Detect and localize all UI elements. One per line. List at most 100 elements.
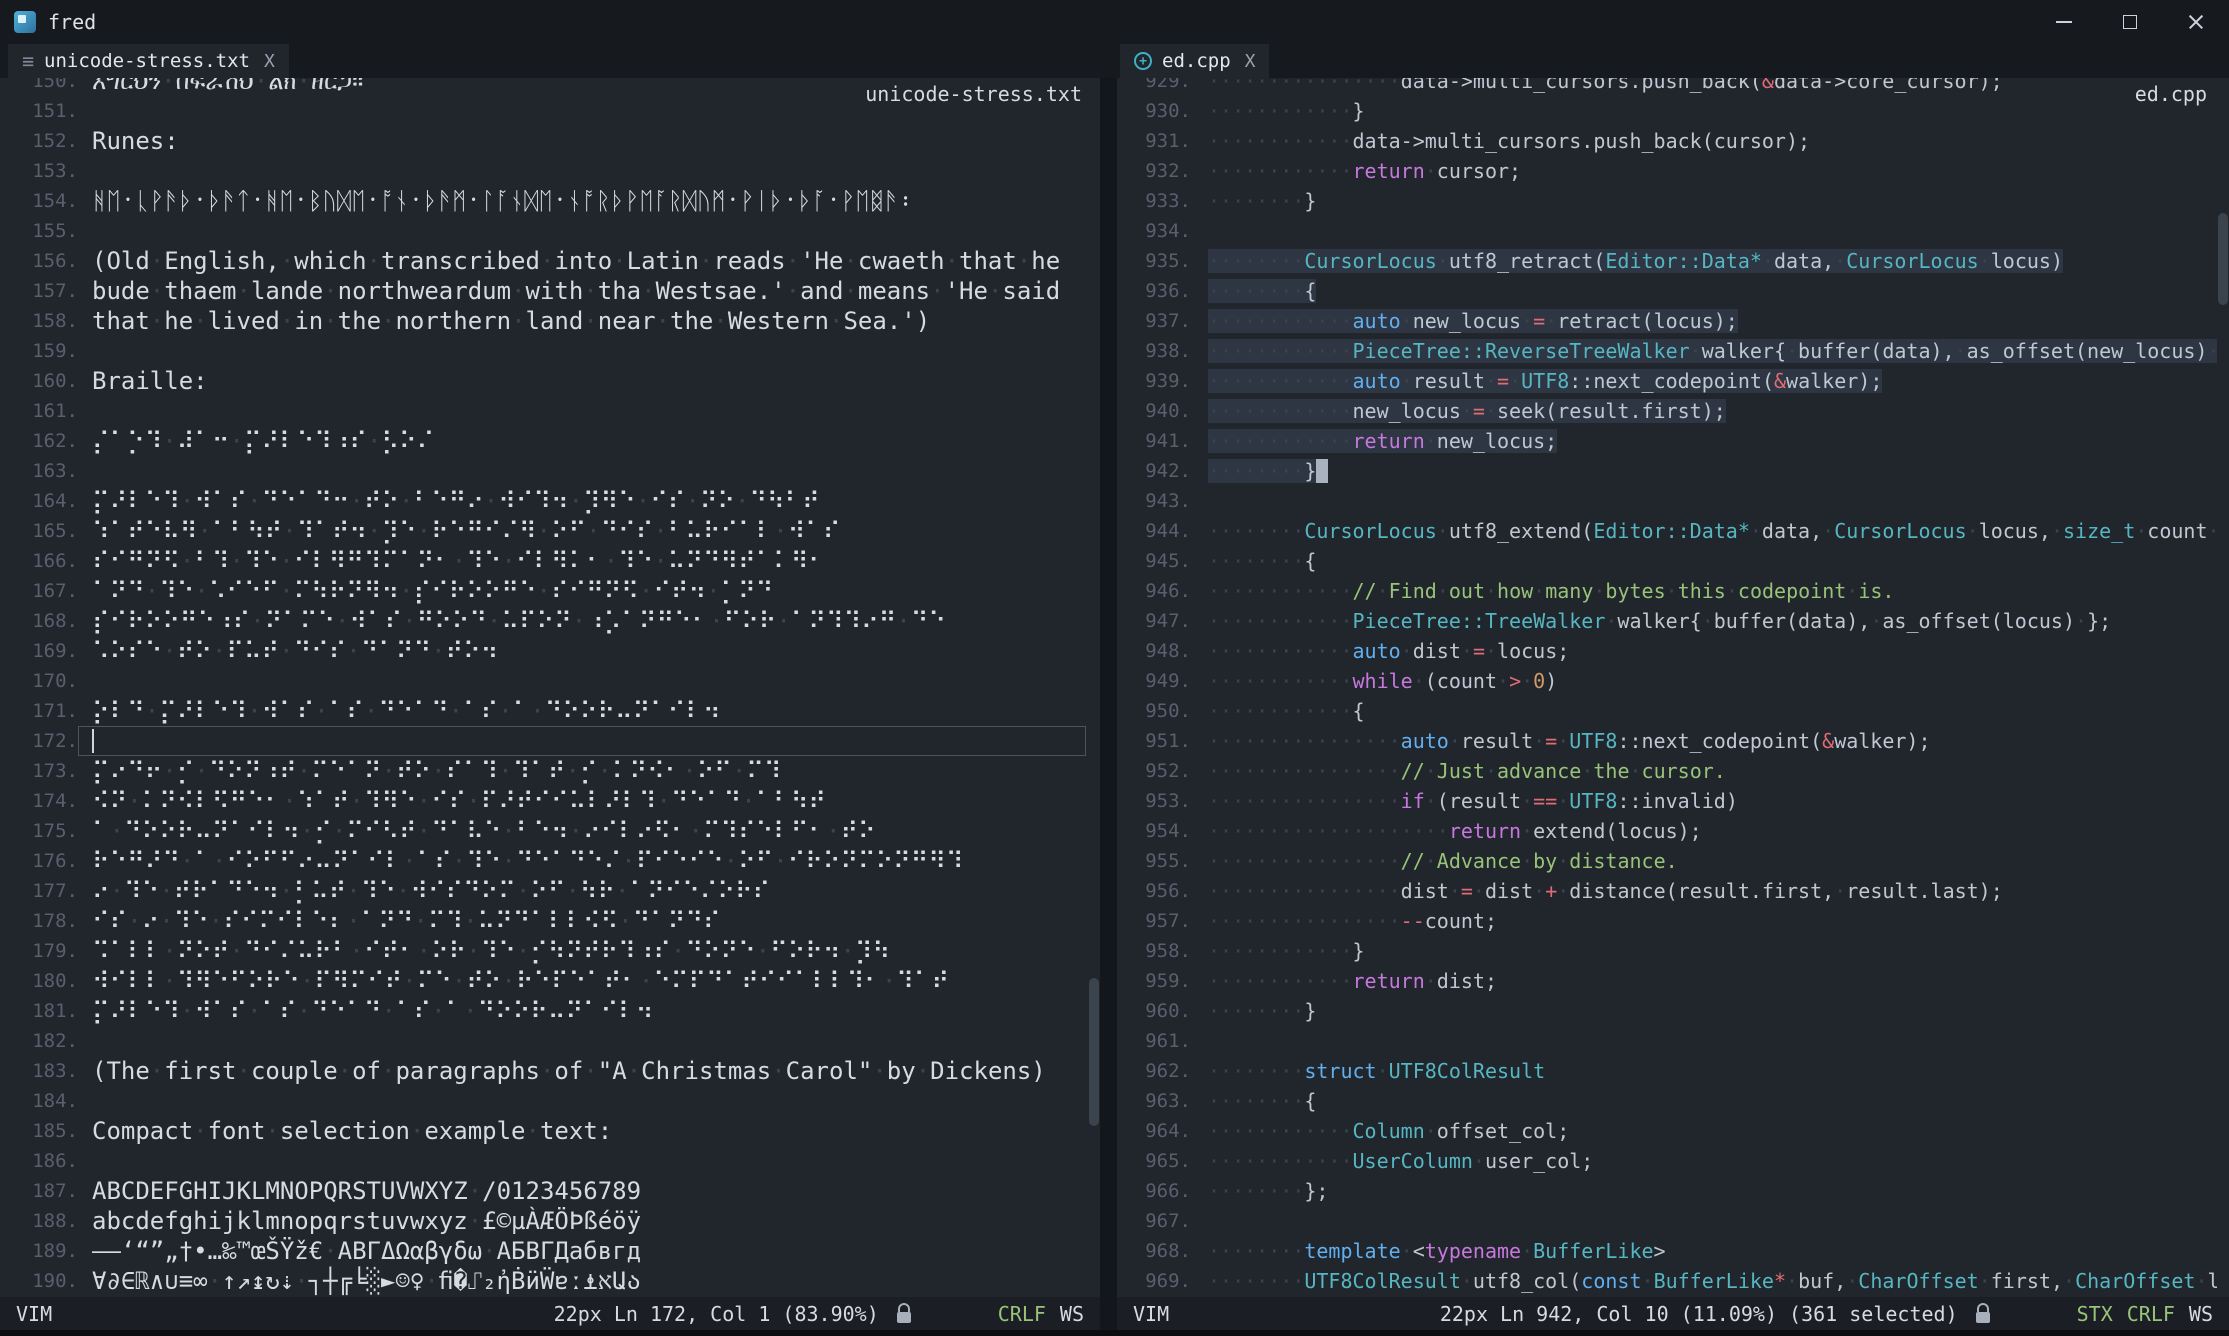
scrollbar-thumb[interactable] [2218, 213, 2228, 305]
line-text[interactable] [1191, 1206, 2217, 1236]
line-text[interactable]: ⡌⠁⡑⠹·⠼⠁⠒·⡍⠜⠇⠑⠹⠰⠎·⡣⠕⠌ [78, 426, 1086, 456]
line-text[interactable]: ············while·(count·>·0) [1191, 666, 2217, 696]
line-text[interactable]: ∀∂∈ℝ∧∪≡∞·↑↗↨↻⇣·┐┼╔╘░►☺♀·ﬁ�⑀₂ἠḂӥẄɐː⍎אԱა [78, 1266, 1086, 1296]
code-line[interactable]: 954.····················return·extend(lo… [1117, 816, 2217, 846]
line-text[interactable]: ⠎⠊⠛⠝⠫·⠃⠹·⠹⠑·⠊⠇⠻⠛⠹⠍⠁⠝⠂·⠹⠑·⠊⠇⠻⠅⠂·⠹⠑·⠥⠝⠙⠻⠞⠁… [78, 546, 1086, 576]
line-text[interactable]: bude·thaem·lande·northweardum·with·tha·W… [78, 276, 1086, 306]
code-line[interactable]: 930.············} [1117, 96, 2217, 126]
line-text[interactable]: ········UTF8ColResult·utf8_col(const·Buf… [1191, 1266, 2217, 1296]
code-line[interactable]: 956.················dist·=·dist·+·distan… [1117, 876, 2217, 906]
line-text[interactable] [1191, 1026, 2217, 1056]
code-line[interactable]: 181.⡍⠜⠇⠑⠹·⠺⠁⠎·⠁⠎·⠙⠑⠁⠙·⠁⠎·⠁·⠙⠕⠕⠗⠤⠝⠁⠊⠇⠲ [0, 996, 1086, 1026]
code-line[interactable]: 949.············while·(count·>·0) [1117, 666, 2217, 696]
line-text[interactable] [78, 1026, 1086, 1056]
line-text[interactable] [78, 156, 1086, 186]
code-line[interactable]: 969.········UTF8ColResult·utf8_col(const… [1117, 1266, 2217, 1296]
code-line[interactable]: 167.⠁⠝⠙·⠹⠑·⠡⠊⠑⠋·⠍⠳⠗⠝⠻⠲·⡎⠊⠗⠕⠕⠛⠑·⠎⠊⠛⠝⠫·⠊⠞⠲… [0, 576, 1086, 606]
code-line[interactable]: 939.············auto·result·=·UTF8::next… [1117, 366, 2217, 396]
code-line[interactable]: 955.················//·Advance·by·distan… [1117, 846, 2217, 876]
line-text[interactable]: ············UserColumn·user_col; [1191, 1146, 2217, 1176]
code-line[interactable]: 933.········} [1117, 186, 2217, 216]
code-line[interactable]: 155. [0, 216, 1086, 246]
code-line[interactable]: 184. [0, 1086, 1086, 1116]
code-line[interactable]: 951.················auto·result·=·UTF8::… [1117, 726, 2217, 756]
line-text[interactable]: ········} [1191, 456, 2217, 486]
line-text[interactable]: ········template·<typename·BufferLike> [1191, 1236, 2217, 1266]
line-text[interactable]: Braille: [78, 366, 1086, 396]
line-text[interactable]: ············Column·offset_col; [1191, 1116, 2217, 1146]
line-text[interactable]: ᚻᛖ᛫ᚳᚹᚫᚦ᛫ᚦᚫᛏ᛫ᚻᛖ᛫ᛒᚢᛞᛖ᛫ᚩᚾ᛫ᚦᚫᛗ᛫ᛚᚪᚾᛞᛖ᛫ᚾᚩᚱᚦᚹᛖᚪ… [78, 186, 1086, 216]
line-text[interactable]: ············{ [1191, 696, 2217, 726]
code-line[interactable]: 159. [0, 336, 1086, 366]
tab-ed-cpp[interactable]: ed.cpp X [1120, 44, 1269, 78]
line-text[interactable]: ⡍⠜⠇⠑⠹·⠺⠁⠎·⠙⠑⠁⠙⠒·⠞⠕·⠃⠑⠛⠔·⠺⠊⠹⠲·⡹⠻⠑·⠊⠎·⠝⠕·⠙… [78, 486, 1086, 516]
code-line[interactable]: 158.that·he·lived·in·the·northern·land·n… [0, 306, 1086, 336]
left-editor-pane[interactable]: 150.እግርህን·በፍራሽህ·ልክ·ዘርጋ።151.152.Runes:153… [0, 78, 1100, 1297]
code-line[interactable]: 171.⡕⠇⠙·⡍⠜⠇⠑⠹·⠺⠁⠎·⠁⠎·⠙⠑⠁⠙·⠁⠎·⠁·⠙⠕⠕⠗⠤⠝⠁⠊⠇… [0, 696, 1086, 726]
code-line[interactable]: 950.············{ [1117, 696, 2217, 726]
line-text[interactable]: (The·first·couple·of·paragraphs·of·"A·Ch… [78, 1056, 1086, 1086]
line-text[interactable] [78, 396, 1086, 426]
code-line[interactable]: 178.⠊⠎·⠔·⠹⠑·⠎⠊⠍⠊⠇⠑⠆·⠁⠝⠙·⠍⠹·⠥⠝⠙⠁⠇⠇⠪⠫·⠙⠁⠝⠙… [0, 906, 1086, 936]
line-text[interactable]: ⡍⠜⠇⠑⠹·⠺⠁⠎·⠁⠎·⠙⠑⠁⠙·⠁⠎·⠁·⠙⠕⠕⠗⠤⠝⠁⠊⠇⠲ [78, 996, 1086, 1026]
code-line[interactable]: 152.Runes: [0, 126, 1086, 156]
line-text[interactable]: ⠺⠊⠇⠇·⠹⠻⠑⠋⠕⠗⠑·⠏⠻⠍⠊⠞·⠍⠑·⠞⠕·⠗⠑⠏⠑⠁⠞⠂·⠑⠍⠏⠙⠁⠞⠊… [78, 966, 1086, 996]
line-text[interactable]: ········{ [1191, 546, 2217, 576]
line-text[interactable]: abcdefghijklmnopqrstuvwxyz·£©µÀÆÖÞßéöÿ [78, 1206, 1086, 1236]
line-text[interactable]: ⠁⠝⠙·⠹⠑·⠡⠊⠑⠋·⠍⠳⠗⠝⠻⠲·⡎⠊⠗⠕⠕⠛⠑·⠎⠊⠛⠝⠫·⠊⠞⠲·⡁⠝⠙ [78, 576, 1086, 606]
line-text[interactable]: ············auto·result·=·UTF8::next_cod… [1191, 366, 2217, 396]
code-line[interactable]: 961. [1117, 1026, 2217, 1056]
tab-close-icon[interactable]: X [264, 51, 275, 72]
line-text[interactable]: ················data->multi_cursors.push… [1191, 78, 2217, 96]
code-line[interactable]: 173.⡍⠔⠙⠖·⡊·⠙⠕⠝⠰⠞·⠍⠑⠁⠝·⠞⠕·⠎⠁⠹·⠹⠁⠞·⡊·⠅⠝⠪⠂·… [0, 756, 1086, 786]
tab-close-icon[interactable]: X [1245, 51, 1256, 72]
code-line[interactable]: 932.············return·cursor; [1117, 156, 2217, 186]
code-line[interactable]: 153. [0, 156, 1086, 186]
line-text[interactable] [78, 336, 1086, 366]
line-text[interactable]: ············return·new_locus; [1191, 426, 2217, 456]
line-text[interactable]: Compact·font·selection·example·text: [78, 1116, 1086, 1146]
line-text[interactable]: ················if·(result·==·UTF8::inva… [1191, 786, 2217, 816]
line-text[interactable]: ············} [1191, 936, 2217, 966]
code-line[interactable]: 174.⠪⠝·⠅⠝⠪⠇⠫⠛⠑⠂·⠱⠁⠞·⠹⠻⠑·⠊⠎·⠏⠜⠞⠊⠊⠥⠇⠜⠇⠹·⠙⠑… [0, 786, 1086, 816]
code-line[interactable]: 957.················--count; [1117, 906, 2217, 936]
tab-unicode-stress-txt[interactable]: unicode-stress.txt X [8, 44, 289, 78]
code-line[interactable]: 175.⠁·⠙⠕⠕⠗⠤⠝⠁⠊⠇⠲·⡊·⠍⠊⠣⠞·⠙⠁⠧⠑·⠃⠑⠲·⠔⠊⠇⠔⠫⠂·… [0, 816, 1086, 846]
code-line[interactable]: 947.············PieceTree::TreeWalker·wa… [1117, 606, 2217, 636]
code-line[interactable]: 940.············new_locus·=·seek(result.… [1117, 396, 2217, 426]
code-line[interactable]: 165.⠱⠁⠞⠑⠧⠻·⠁⠃⠳⠞·⠹⠁⠞⠲·⡹⠑·⠗⠑⠛⠊⠌⠻·⠕⠋·⠙⠊⠎·⠃⠥… [0, 516, 1086, 546]
code-line[interactable]: 953.················if·(result·==·UTF8::… [1117, 786, 2217, 816]
line-text[interactable]: ABCDEFGHIJKLMNOPQRSTUVWXYZ·/0123456789 [78, 1176, 1086, 1206]
line-text[interactable]: ············//·Find·out·how·many·bytes·t… [1191, 576, 2217, 606]
code-line[interactable]: 164.⡍⠜⠇⠑⠹·⠺⠁⠎·⠙⠑⠁⠙⠒·⠞⠕·⠃⠑⠛⠔·⠺⠊⠹⠲·⡹⠻⠑·⠊⠎·… [0, 486, 1086, 516]
line-text[interactable]: ····················return·extend(locus)… [1191, 816, 2217, 846]
code-line[interactable]: 186. [0, 1146, 1086, 1176]
line-text[interactable] [78, 666, 1086, 696]
line-text[interactable]: ············PieceTree::TreeWalker·walker… [1191, 606, 2217, 636]
line-text[interactable]: Runes: [78, 126, 1086, 156]
line-text[interactable]: ········{ [1191, 276, 2217, 306]
code-line[interactable]: 944.········CursorLocus·utf8_extend(Edit… [1117, 516, 2217, 546]
line-text[interactable]: ········CursorLocus·utf8_retract(Editor:… [1191, 246, 2217, 276]
line-text[interactable]: ············data->multi_cursors.push_bac… [1191, 126, 2217, 156]
left-editor-lines[interactable]: 150.እግርህን·በፍራሽህ·ልክ·ዘርጋ።151.152.Runes:153… [0, 78, 1086, 1296]
code-line[interactable]: 952.················//·Just·advance·the·… [1117, 756, 2217, 786]
code-line[interactable]: 937.············auto·new_locus·=·retract… [1117, 306, 2217, 336]
line-text[interactable] [78, 1146, 1086, 1176]
line-text[interactable]: ········struct·UTF8ColResult [1191, 1056, 2217, 1086]
line-text[interactable] [78, 456, 1086, 486]
line-text[interactable]: ················auto·result·=·UTF8::next… [1191, 726, 2217, 756]
line-text[interactable]: ········{ [1191, 1086, 2217, 1116]
code-line[interactable]: 941.············return·new_locus; [1117, 426, 2217, 456]
line-text[interactable]: ············} [1191, 96, 2217, 126]
scrollbar-thumb[interactable] [1089, 978, 1099, 1126]
code-line[interactable]: 943. [1117, 486, 2217, 516]
code-line[interactable]: 162.⡌⠁⡑⠹·⠼⠁⠒·⡍⠜⠇⠑⠹⠰⠎·⡣⠕⠌ [0, 426, 1086, 456]
code-line[interactable]: 154.ᚻᛖ᛫ᚳᚹᚫᚦ᛫ᚦᚫᛏ᛫ᚻᛖ᛫ᛒᚢᛞᛖ᛫ᚩᚾ᛫ᚦᚫᛗ᛫ᛚᚪᚾᛞᛖ᛫ᚾᚩᚱ… [0, 186, 1086, 216]
code-line[interactable]: 966.········}; [1117, 1176, 2217, 1206]
code-line[interactable]: 938.············PieceTree::ReverseTreeWa… [1117, 336, 2217, 366]
line-text[interactable]: ⠔·⠹⠑·⠞⠗⠁⠙⠑⠲·⡃⠥⠞·⠹⠑·⠺⠊⠎⠙⠕⠍·⠕⠋·⠳⠗·⠁⠝⠊⠑⠌⠕⠗⠎ [78, 876, 1086, 906]
code-line[interactable]: 936.········{ [1117, 276, 2217, 306]
line-text[interactable]: ········}; [1191, 1176, 2217, 1206]
line-text[interactable] [1191, 486, 2217, 516]
